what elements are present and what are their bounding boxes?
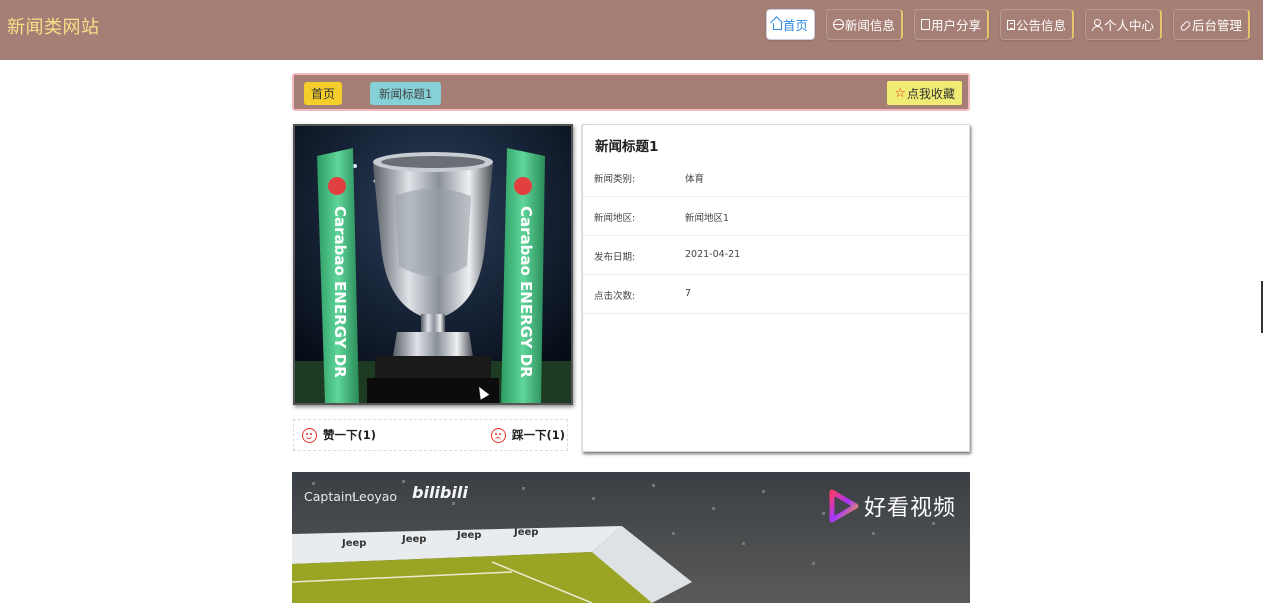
- ribbon-left-text: Carabao ENERGY DR: [331, 206, 349, 378]
- smile-icon: [302, 427, 317, 443]
- info-value: 7: [685, 288, 692, 299]
- user-icon: [1091, 19, 1103, 31]
- info-row-date: 发布日期: 2021-04-21: [583, 236, 969, 275]
- like-label: 赞一下(1): [323, 428, 377, 442]
- top-navbar: 新闻类网站 首页 新闻信息 用户分享 公告信息 个人中心 后台管理: [0, 0, 1263, 60]
- info-value: 2021-04-21: [685, 249, 741, 260]
- haokan-logo-text: 好看视频: [863, 496, 956, 521]
- nav-admin-button[interactable]: 后台管理: [1172, 9, 1250, 40]
- info-label: 新闻地区:: [594, 213, 636, 224]
- nav-news-label: 新闻信息: [844, 18, 895, 33]
- globe-icon: [832, 19, 844, 30]
- info-value: 体育: [685, 174, 705, 185]
- like-button[interactable]: 赞一下(1): [302, 427, 376, 443]
- nav-profile-button[interactable]: 个人中心: [1084, 9, 1162, 40]
- ad-board-text: Jeep: [401, 534, 426, 545]
- video-watermark: CaptainLeoyao: [304, 489, 398, 504]
- news-image: Carabao ENERGY DR Carabao ENERGY DR: [293, 124, 573, 405]
- dislike-label: 踩一下(1): [512, 428, 566, 442]
- star-icon: ☆: [894, 85, 906, 101]
- site-title[interactable]: 新闻类网站: [7, 13, 100, 39]
- ad-board-text: Jeep: [341, 538, 366, 549]
- dislike-button[interactable]: 踩一下(1): [491, 427, 565, 443]
- play-icon: [829, 489, 859, 523]
- info-row-clicks: 点击次数: 7: [583, 275, 969, 314]
- main-nav: 首页 新闻信息 用户分享 公告信息 个人中心 后台管理: [755, 9, 1250, 40]
- info-label: 发布日期:: [594, 252, 636, 263]
- nav-admin-label: 后台管理: [1191, 18, 1242, 33]
- haokan-logo: 好看视频: [829, 489, 956, 523]
- trophy-illustration: Carabao ENERGY DR Carabao ENERGY DR: [295, 126, 571, 403]
- home-icon: [772, 23, 782, 30]
- nav-share-button[interactable]: 用户分享: [913, 9, 989, 40]
- nav-news-button[interactable]: 新闻信息: [825, 9, 903, 40]
- breadcrumb-home-link[interactable]: 首页: [304, 82, 343, 105]
- info-label: 点击次数:: [594, 291, 636, 302]
- list-icon: [1006, 19, 1015, 30]
- nav-profile-label: 个人中心: [1103, 18, 1154, 33]
- favorite-button[interactable]: ☆ 点我收藏: [887, 81, 962, 105]
- info-row-category: 新闻类别: 体育: [583, 158, 969, 197]
- favorite-label: 点我收藏: [906, 86, 955, 101]
- breadcrumb: 首页 新闻标题1 ☆ 点我收藏: [292, 73, 970, 111]
- vote-panel: 赞一下(1) 踩一下(1): [293, 419, 568, 451]
- frown-icon: [491, 427, 506, 443]
- info-label: 新闻类别:: [594, 174, 636, 185]
- info-row-region: 新闻地区: 新闻地区1: [583, 197, 969, 236]
- nav-home-label: 首页: [782, 18, 808, 33]
- link-icon: [1179, 19, 1192, 32]
- news-title: 新闻标题1: [595, 139, 659, 155]
- nav-notice-button[interactable]: 公告信息: [999, 9, 1074, 40]
- ad-board-text: Jeep: [513, 527, 538, 538]
- nav-share-label: 用户分享: [930, 18, 981, 33]
- news-video[interactable]: Jeep Jeep Jeep Jeep CaptainLeoyao bilibi…: [292, 472, 970, 603]
- ribbon-right-text: Carabao ENERGY DR: [517, 206, 535, 378]
- nav-notice-label: 公告信息: [1015, 18, 1066, 33]
- document-icon: [920, 19, 930, 30]
- bilibili-logo: bilibili: [412, 483, 468, 502]
- ad-board-text: Jeep: [456, 530, 481, 541]
- breadcrumb-current: 新闻标题1: [370, 82, 442, 105]
- info-value: 新闻地区1: [685, 213, 730, 224]
- nav-home-button[interactable]: 首页: [765, 9, 815, 40]
- news-info-card: 新闻标题1 新闻类别: 体育 新闻地区: 新闻地区1 发布日期: 2021-04…: [582, 124, 970, 452]
